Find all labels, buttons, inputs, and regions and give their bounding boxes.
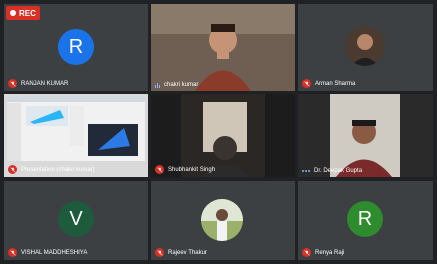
participant-label: RANJAN KUMAR bbox=[8, 79, 68, 88]
participant-name: Shubhankit Singh bbox=[168, 166, 216, 173]
mic-muted-icon bbox=[302, 248, 311, 257]
participant-label: Shubhankit Singh bbox=[155, 165, 215, 174]
avatar bbox=[345, 26, 385, 66]
video-feed bbox=[330, 94, 400, 177]
participant-name: RANJAN KUMAR bbox=[21, 80, 69, 87]
avatar: V bbox=[58, 201, 94, 237]
video-feed bbox=[151, 4, 295, 91]
mic-muted-icon bbox=[8, 79, 17, 88]
participant-tile[interactable]: R Renya Raji bbox=[298, 181, 433, 260]
participant-name: Renya Raji bbox=[315, 249, 345, 256]
avatar: R bbox=[347, 201, 383, 237]
participant-name: chakri kumar bbox=[164, 82, 199, 88]
participant-label: Presentation (chakri kumar) bbox=[8, 165, 95, 174]
participant-tile[interactable]: chakri kumar bbox=[151, 4, 295, 91]
participant-tile[interactable]: Rajeev Thakur bbox=[151, 181, 295, 260]
participant-label: Rajeev Thakur bbox=[155, 248, 207, 257]
mic-muted-icon bbox=[302, 79, 311, 88]
speaking-indicator-icon bbox=[155, 82, 160, 88]
mic-muted-icon bbox=[8, 165, 17, 174]
participant-label: chakri kumar bbox=[155, 82, 198, 88]
participant-name: Rajeev Thakur bbox=[168, 249, 207, 256]
participant-name: Arman Sharma bbox=[315, 80, 356, 87]
avatar: R bbox=[58, 29, 94, 65]
mic-muted-icon bbox=[155, 248, 164, 257]
mic-muted-icon bbox=[155, 165, 164, 174]
participant-tile[interactable]: Dr. Deepak Gupta bbox=[298, 94, 433, 177]
presentation-tile[interactable]: Presentation (chakri kumar) bbox=[4, 94, 148, 177]
participant-name: Dr. Deepak Gupta bbox=[314, 168, 363, 174]
participant-tile[interactable]: Arman Sharma bbox=[298, 4, 433, 91]
more-options-icon bbox=[302, 170, 310, 172]
presentation-screen bbox=[7, 97, 145, 161]
participant-label: VISHAL MADDHESHIYA bbox=[8, 248, 87, 257]
mic-muted-icon bbox=[8, 248, 17, 257]
participant-name: Presentation (chakri kumar) bbox=[21, 166, 95, 173]
record-dot-icon bbox=[10, 10, 16, 16]
participant-tile[interactable]: V VISHAL MADDHESHIYA bbox=[4, 181, 148, 260]
recording-badge: REC bbox=[6, 6, 40, 20]
participant-name: VISHAL MADDHESHIYA bbox=[21, 249, 88, 256]
participant-label: Renya Raji bbox=[302, 248, 344, 257]
avatar bbox=[201, 199, 243, 241]
participant-tile[interactable]: Shubhankit Singh bbox=[151, 94, 295, 177]
recording-label: REC bbox=[19, 8, 36, 18]
participant-label: Arman Sharma bbox=[302, 79, 355, 88]
participant-label: Dr. Deepak Gupta bbox=[302, 168, 362, 174]
